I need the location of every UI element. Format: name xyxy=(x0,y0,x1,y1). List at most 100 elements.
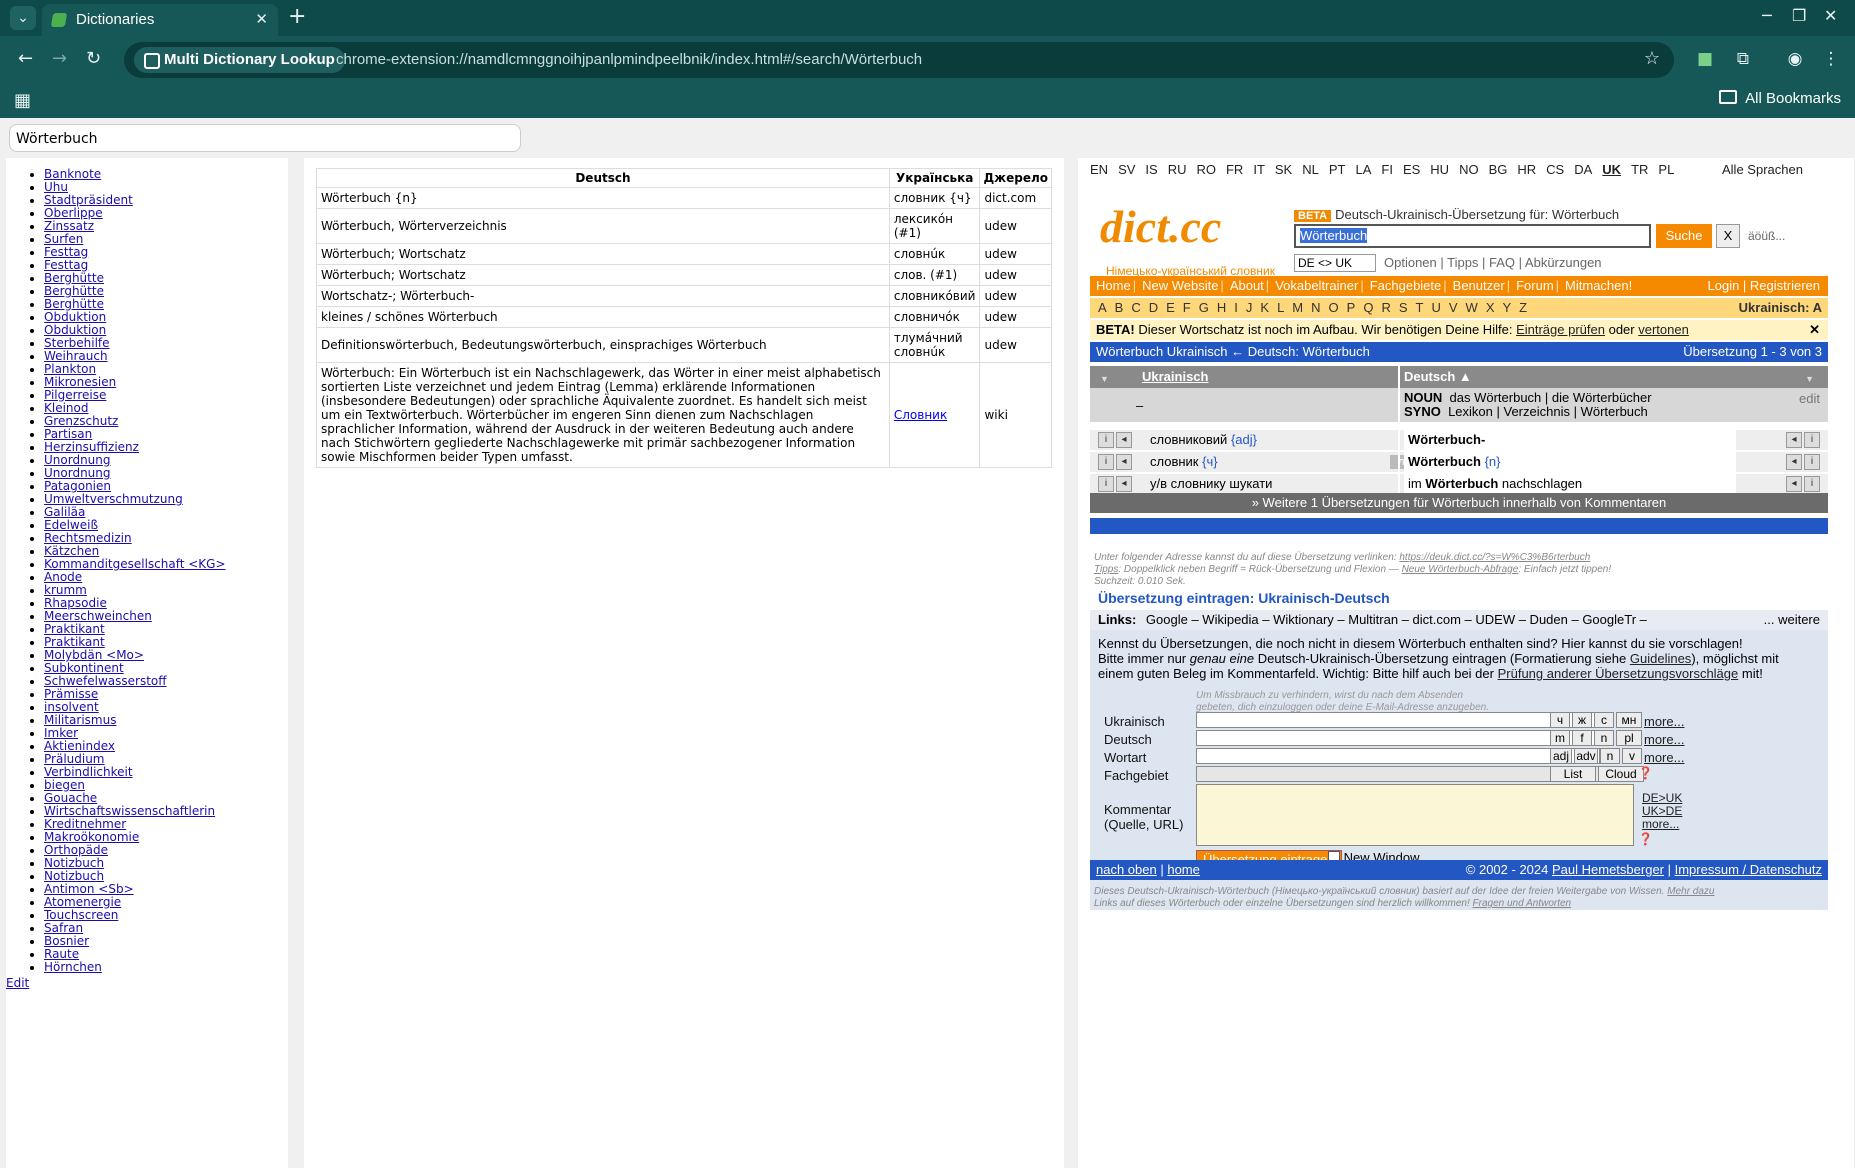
language-hr[interactable]: HR xyxy=(1517,162,1536,177)
letter-link[interactable]: O xyxy=(1329,300,1339,315)
info-icon[interactable]: i xyxy=(1098,432,1114,448)
language-es[interactable]: ES xyxy=(1403,162,1420,177)
wiki-link[interactable]: Словник xyxy=(894,408,947,422)
de-buttons-0[interactable]: m xyxy=(1550,730,1570,746)
uk-buttons-3[interactable]: мн xyxy=(1616,712,1642,728)
reload-icon[interactable]: ↻ xyxy=(86,48,101,69)
history-link[interactable]: Plankton xyxy=(44,362,96,376)
history-link[interactable]: Kleinod xyxy=(44,401,88,415)
fachgebiet-input[interactable] xyxy=(1196,766,1600,782)
history-link[interactable]: biegen xyxy=(44,778,85,792)
language-da[interactable]: DA xyxy=(1574,162,1592,177)
more-ukrainisch-link[interactable]: more... xyxy=(1644,714,1684,729)
language-ro[interactable]: RO xyxy=(1196,162,1216,177)
tips-link[interactable]: Tipps xyxy=(1094,564,1118,575)
speaker-icon[interactable]: ◂ xyxy=(1786,476,1802,492)
history-link[interactable]: Safran xyxy=(44,921,83,935)
more-directions-link[interactable]: more... xyxy=(1642,818,1682,831)
maximize-icon[interactable]: ❐ xyxy=(1792,6,1806,25)
history-link[interactable]: Umweltverschmutzung xyxy=(44,492,183,506)
history-scrollbar[interactable] xyxy=(292,158,302,1168)
menu-item[interactable]: Home xyxy=(1096,278,1131,293)
language-cs[interactable]: CS xyxy=(1546,162,1564,177)
letter-link[interactable]: E xyxy=(1166,300,1175,315)
history-link[interactable]: Zinssatz xyxy=(44,219,94,233)
letter-link[interactable]: X xyxy=(1486,300,1495,315)
mehr-dazu-link[interactable]: Mehr dazu xyxy=(1667,886,1714,897)
results-scrollbar[interactable] xyxy=(1068,158,1078,1168)
history-link[interactable]: Rechtsmedizin xyxy=(44,531,132,545)
language-bg[interactable]: BG xyxy=(1489,162,1508,177)
forward-icon[interactable]: → xyxy=(52,48,67,69)
speaker-icon[interactable]: ◂ xyxy=(1116,432,1132,448)
letter-link[interactable]: F xyxy=(1183,300,1191,315)
menu-item[interactable]: About xyxy=(1230,278,1264,293)
minimize-icon[interactable]: ─ xyxy=(1762,6,1772,25)
history-link[interactable]: Prämisse xyxy=(44,687,98,701)
review-suggestions-link[interactable]: Prüfung anderer Übersetzungsvorschläge xyxy=(1498,666,1739,681)
letter-link[interactable]: K xyxy=(1260,300,1269,315)
letter-link[interactable]: C xyxy=(1131,300,1140,315)
history-link[interactable]: Praktikant xyxy=(44,622,105,636)
language-la[interactable]: LA xyxy=(1355,162,1371,177)
letter-link[interactable]: Y xyxy=(1502,300,1511,315)
eintraege-pruefen-link[interactable]: Einträge prüfen xyxy=(1516,322,1605,337)
history-link[interactable]: Bosnier xyxy=(44,934,89,948)
kommentar-textarea[interactable] xyxy=(1196,784,1634,846)
history-link[interactable]: Grenzschutz xyxy=(44,414,118,428)
dictcc-query-input[interactable]: Wörterbuch xyxy=(1294,224,1651,248)
history-link[interactable]: Schwefelwasserstoff xyxy=(44,674,167,688)
url-text[interactable]: chrome-extension://namdlcmnggnoihjpanlpm… xyxy=(336,51,922,68)
history-link[interactable]: Praktikant xyxy=(44,635,105,649)
deutsch-input[interactable] xyxy=(1196,730,1600,746)
history-link[interactable]: Touchscreen xyxy=(44,908,118,922)
language-hu[interactable]: HU xyxy=(1430,162,1449,177)
history-link[interactable]: Berghütte xyxy=(44,284,104,298)
history-link[interactable]: Subkontinent xyxy=(44,661,124,675)
search-input[interactable]: Wörterbuch xyxy=(9,124,521,152)
history-link[interactable]: krumm xyxy=(44,583,87,597)
letter-link[interactable]: V xyxy=(1449,300,1458,315)
address-bar[interactable]: Multi Dictionary Lookup chrome-extension… xyxy=(124,42,1674,78)
history-link[interactable]: Präludium xyxy=(44,752,105,766)
history-link[interactable]: Gouache xyxy=(44,791,97,805)
speaker-icon[interactable]: ◂ xyxy=(1116,454,1132,470)
language-sv[interactable]: SV xyxy=(1118,162,1135,177)
history-link[interactable]: Unordnung xyxy=(44,453,111,467)
de-buttons-3[interactable]: pl xyxy=(1616,730,1642,746)
history-link[interactable]: Makroökonomie xyxy=(44,830,139,844)
speaker-icon[interactable]: ◂ xyxy=(1786,432,1802,448)
letter-link[interactable]: Q xyxy=(1363,300,1373,315)
wortart-input[interactable] xyxy=(1196,748,1600,764)
history-link[interactable]: Kommanditgesellschaft <KG> xyxy=(44,557,226,571)
special-chars-link[interactable]: äöüß... xyxy=(1748,229,1785,243)
history-link[interactable]: Festtag xyxy=(44,245,88,259)
more-deutsch-link[interactable]: more... xyxy=(1644,732,1684,747)
home-link[interactable]: home xyxy=(1167,862,1200,877)
german-term[interactable]: Wörterbuch- xyxy=(1404,430,1736,450)
new-tab-button[interactable]: + xyxy=(288,4,306,29)
history-link[interactable]: Obduktion xyxy=(44,310,106,324)
vertonen-link[interactable]: vertonen xyxy=(1638,322,1689,337)
letter-link[interactable]: W xyxy=(1466,300,1478,315)
option-links[interactable]: Optionen | Tipps | FAQ | Abkürzungen xyxy=(1384,255,1602,270)
more-translations-row[interactable]: » Weitere 1 Übersetzungen für Wörterbuch… xyxy=(1090,493,1828,513)
wortart-buttons-2[interactable]: n xyxy=(1600,748,1620,764)
letter-link[interactable]: R xyxy=(1381,300,1390,315)
history-link[interactable]: Pilgerreise xyxy=(44,388,106,402)
letter-link[interactable]: B xyxy=(1115,300,1124,315)
help-icon[interactable]: ❓ xyxy=(1638,832,1653,846)
history-link[interactable]: Rhapsodie xyxy=(44,596,107,610)
letter-link[interactable]: L xyxy=(1277,300,1284,315)
fach-buttons-0[interactable]: List xyxy=(1550,766,1596,782)
history-link[interactable]: Verbindlichkeit xyxy=(44,765,133,779)
history-link[interactable]: Berghütte xyxy=(44,297,104,311)
more-links-button[interactable]: ... weitere xyxy=(1764,610,1820,630)
edit-history-link[interactable]: Edit xyxy=(6,976,29,990)
menu-item[interactable]: Mitmachen! xyxy=(1565,278,1632,293)
back-icon[interactable]: ← xyxy=(18,48,33,69)
ukrainisch-input[interactable] xyxy=(1196,712,1600,728)
language-pair-select[interactable]: DE <> UK xyxy=(1294,254,1376,272)
wortart-buttons-3[interactable]: v xyxy=(1622,748,1642,764)
history-link[interactable]: Banknote xyxy=(44,167,101,181)
